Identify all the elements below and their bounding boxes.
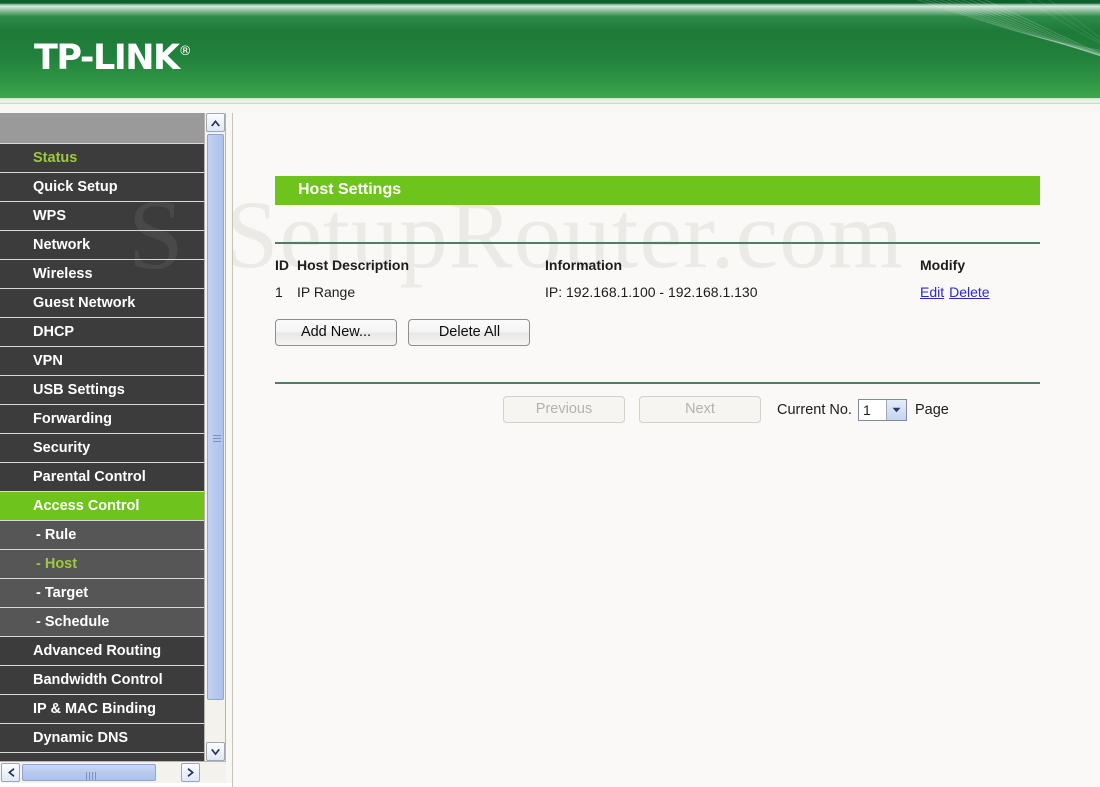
table-body: 1IP RangeIP: 192.168.1.100 - 192.168.1.1…	[275, 284, 1040, 300]
delete-link[interactable]: Delete	[949, 284, 989, 300]
sidebar-item-host[interactable]: - Host	[0, 550, 206, 579]
column-header-description: Host Description	[297, 257, 545, 284]
sidebar-item-list: StatusQuick SetupWPSNetworkWirelessGuest…	[0, 144, 206, 753]
section-header-bar: Host Settings	[275, 176, 1040, 205]
sidebar-item-wps[interactable]: WPS	[0, 202, 206, 231]
column-header-information: Information	[545, 257, 920, 284]
next-page-button[interactable]: Next	[639, 396, 761, 423]
vertical-scrollbar-thumb[interactable]	[207, 134, 224, 700]
host-list-table: ID Host Description Information Modify 1…	[275, 257, 1040, 300]
page-suffix-label: Page	[915, 402, 949, 418]
pagination-controls: Previous Next Current No. 1 Page	[503, 396, 949, 423]
banner-swoosh-decoration	[780, 0, 1100, 104]
sidebar-item-parental-control[interactable]: Parental Control	[0, 463, 206, 492]
sidebar-item-guest-network[interactable]: Guest Network	[0, 289, 206, 318]
horizontal-scrollbar[interactable]	[0, 761, 226, 783]
scrollbar-grip-icon	[86, 772, 96, 780]
sidebar-item-quick-setup[interactable]: Quick Setup	[0, 173, 206, 202]
header-banner: TP-LINK®	[0, 0, 1100, 104]
sidebar-top-strip	[0, 113, 206, 144]
column-header-modify: Modify	[920, 257, 1040, 284]
sidebar-item-vpn[interactable]: VPN	[0, 347, 206, 376]
sidebar-item-access-control[interactable]: Access Control	[0, 492, 206, 521]
page-number-select[interactable]: 1	[858, 399, 907, 421]
cell-id: 1	[275, 284, 297, 300]
page-number-select-value: 1	[859, 400, 886, 420]
sidebar-nav: StatusQuick SetupWPSNetworkWirelessGuest…	[0, 113, 206, 761]
sidebar-item-rule[interactable]: - Rule	[0, 521, 206, 550]
chevron-down-icon[interactable]	[886, 400, 906, 420]
sidebar-vertical-scrollbar[interactable]	[204, 113, 226, 761]
add-new-button[interactable]: Add New...	[275, 319, 397, 346]
cell-host-description: IP Range	[297, 284, 545, 300]
scroll-left-arrow-icon[interactable]	[1, 763, 20, 782]
column-header-id: ID	[275, 257, 297, 284]
table-header-row: ID Host Description Information Modify	[275, 257, 1040, 284]
sidebar-item-dynamic-dns[interactable]: Dynamic DNS	[0, 724, 206, 753]
cell-modify: Edit Delete	[920, 284, 1040, 300]
sidebar-item-forwarding[interactable]: Forwarding	[0, 405, 206, 434]
scroll-up-arrow-icon[interactable]	[206, 113, 225, 132]
sidebar-item-dhcp[interactable]: DHCP	[0, 318, 206, 347]
table-row: 1IP RangeIP: 192.168.1.100 - 192.168.1.1…	[275, 284, 1040, 300]
horizontal-scrollbar-thumb[interactable]	[22, 764, 156, 781]
sidebar-item-wireless[interactable]: Wireless	[0, 260, 206, 289]
page-title: Host Settings	[298, 181, 401, 199]
sidebar-item-ip-mac-binding[interactable]: IP & MAC Binding	[0, 695, 206, 724]
sidebar-item-advanced-routing[interactable]: Advanced Routing	[0, 637, 206, 666]
sidebar-item-bandwidth-control[interactable]: Bandwidth Control	[0, 666, 206, 695]
table-action-buttons: Add New... Delete All	[275, 319, 530, 346]
previous-page-button[interactable]: Previous	[503, 396, 625, 423]
current-page-label: Current No.	[777, 402, 852, 418]
sidebar-item-usb-settings[interactable]: USB Settings	[0, 376, 206, 405]
pagination-top-divider	[275, 382, 1040, 384]
page-body: StatusQuick SetupWPSNetworkWirelessGuest…	[0, 104, 1100, 783]
table-top-divider	[275, 242, 1040, 244]
sidebar-item-schedule[interactable]: - Schedule	[0, 608, 206, 637]
tp-link-logo: TP-LINK®	[34, 41, 192, 76]
edit-link[interactable]: Edit	[920, 284, 944, 300]
brand-name: TP-LINK	[34, 38, 179, 78]
sidebar-item-network[interactable]: Network	[0, 231, 206, 260]
main-content-panel: SetupRouter.com Host Settings ID Host De…	[232, 113, 1100, 787]
sidebar-item-security[interactable]: Security	[0, 434, 206, 463]
sidebar-item-status[interactable]: Status	[0, 144, 206, 173]
registered-mark-icon: ®	[179, 44, 192, 59]
cell-information: IP: 192.168.1.100 - 192.168.1.130	[545, 284, 920, 300]
scrollbar-grip-icon	[213, 435, 221, 444]
delete-all-button[interactable]: Delete All	[408, 319, 530, 346]
scroll-right-arrow-icon[interactable]	[181, 763, 200, 782]
scroll-down-arrow-icon[interactable]	[206, 742, 225, 761]
sidebar-item-target[interactable]: - Target	[0, 579, 206, 608]
